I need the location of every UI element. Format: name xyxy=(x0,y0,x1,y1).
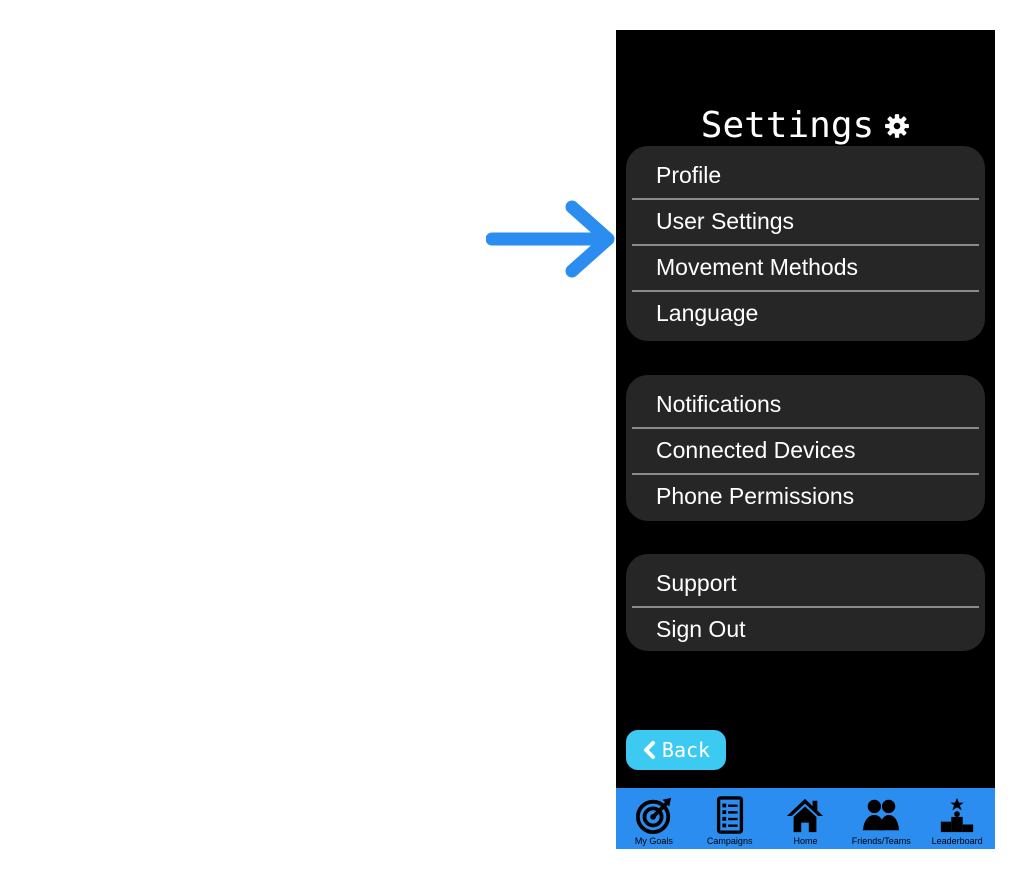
gear-icon xyxy=(885,114,910,138)
tab-friends-teams[interactable]: Friends/Teams xyxy=(843,788,919,849)
settings-header: Settings xyxy=(616,100,995,150)
menu-item-label: Support xyxy=(656,569,737,596)
tab-my-goals[interactable]: My Goals xyxy=(616,788,692,849)
menu-item-label: Profile xyxy=(656,161,722,188)
menu-item-movement-methods[interactable]: Movement Methods xyxy=(626,244,985,290)
menu-item-label: Connected Devices xyxy=(656,436,856,463)
menu-item-connected-devices[interactable]: Connected Devices xyxy=(626,427,985,473)
home-icon xyxy=(787,798,824,833)
menu-item-label: Phone Permissions xyxy=(656,482,855,509)
menu-item-label: Language xyxy=(656,299,759,326)
settings-group-device: Notifications Connected Devices Phone Pe… xyxy=(626,375,985,521)
back-button-label: Back xyxy=(661,738,711,762)
tab-leaderboard[interactable]: Leaderboard xyxy=(919,788,995,849)
tab-bar: My Goals Campaigns Home Friends/Teams Le… xyxy=(616,788,995,849)
back-button[interactable]: Back xyxy=(626,730,726,770)
menu-item-notifications[interactable]: Notifications xyxy=(626,381,985,427)
tab-home[interactable]: Home xyxy=(768,788,844,849)
tab-label: My Goals xyxy=(634,836,673,846)
menu-item-phone-permissions[interactable]: Phone Permissions xyxy=(626,473,985,519)
tab-label: Friends/Teams xyxy=(851,836,911,846)
menu-item-user-settings[interactable]: User Settings xyxy=(626,198,985,244)
podium-icon xyxy=(940,797,974,833)
menu-item-profile[interactable]: Profile xyxy=(626,152,985,198)
menu-item-sign-out[interactable]: Sign Out xyxy=(626,606,985,651)
menu-item-label: User Settings xyxy=(656,207,795,234)
target-icon xyxy=(635,797,671,834)
tab-label: Campaigns xyxy=(706,836,753,846)
page-title: Settings xyxy=(700,104,875,146)
chevron-left-icon xyxy=(643,741,655,759)
tab-label: Leaderboard xyxy=(931,836,983,846)
menu-item-language[interactable]: Language xyxy=(626,290,985,336)
menu-item-label: Movement Methods xyxy=(656,253,858,280)
menu-item-support[interactable]: Support xyxy=(626,560,985,606)
menu-item-label: Sign Out xyxy=(656,615,746,642)
menu-item-label: Notifications xyxy=(656,390,782,417)
settings-group-account: Profile User Settings Movement Methods L… xyxy=(626,146,985,341)
tab-campaigns[interactable]: Campaigns xyxy=(692,788,768,849)
arrow-right-icon xyxy=(486,200,615,278)
settings-group-support: Support Sign Out xyxy=(626,554,985,651)
phone-screen: Settings Profile User Settings Movement … xyxy=(616,30,995,849)
tab-label: Home xyxy=(793,836,818,846)
checklist-icon xyxy=(716,796,743,834)
people-icon xyxy=(863,799,900,831)
